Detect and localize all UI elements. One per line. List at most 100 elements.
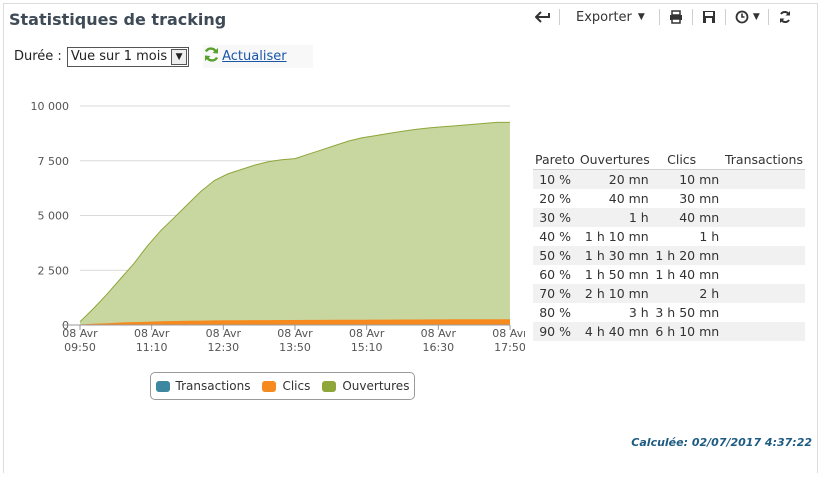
table-row: 80 % 3 h 3 h 50 mn <box>533 303 805 322</box>
x-tick-date: 08 Avr <box>62 327 98 340</box>
x-tick-time: 09:50 <box>64 341 96 354</box>
chart-legend: Transactions Clics Ouvertures <box>150 372 415 400</box>
refresh-link[interactable]: Actualiser <box>222 49 286 64</box>
ouvertures-cell: 3 h <box>628 305 649 320</box>
back-arrow-icon <box>535 9 551 25</box>
pareto-cell: 10 % <box>533 169 578 189</box>
chevron-down-icon: ▼ <box>752 12 760 22</box>
table-row: 60 % 1 h 50 mn 1 h 40 mn <box>533 265 805 284</box>
x-tick-time: 12:30 <box>207 341 239 354</box>
y-tick-label: 5 000 <box>38 210 70 223</box>
export-label: Exporter <box>576 9 632 25</box>
transactions-cell <box>722 227 805 246</box>
x-tick-time: 17:50 <box>494 341 525 354</box>
print-button[interactable] <box>668 7 684 27</box>
legend-item-clics[interactable]: Clics <box>262 379 310 393</box>
transactions-cell <box>722 246 805 265</box>
duration-controls: Durée : Vue sur 1 mois ▼ Actualiser <box>14 45 313 68</box>
table-header-row: Pareto Ouvertures Clics Transactions <box>533 150 805 170</box>
toolbar-separator <box>724 9 726 25</box>
transactions-cell <box>722 303 805 322</box>
table-row: 40 % 1 h 10 mn 1 h <box>533 227 805 246</box>
transactions-cell <box>722 284 805 303</box>
legend-item-ouvertures[interactable]: Ouvertures <box>322 379 409 393</box>
pareto-table: Pareto Ouvertures Clics Transactions 10 … <box>533 150 805 341</box>
column-header: Pareto <box>533 150 578 170</box>
toolbar-separator <box>767 9 769 25</box>
refresh-link-container: Actualiser <box>203 45 313 68</box>
x-tick-date: 08 Avr <box>492 327 525 340</box>
clics-cell: 1 h 40 mn <box>655 267 720 282</box>
history-button[interactable]: ▼ <box>734 7 760 27</box>
ouvertures-cell: 1 h 50 mn <box>584 267 649 282</box>
table-row: 20 % 40 mn 30 mn <box>533 189 805 208</box>
column-header: Transactions <box>722 150 805 170</box>
x-tick-time: 15:10 <box>351 341 383 354</box>
column-header: Ouvertures <box>577 150 652 170</box>
duration-select[interactable]: Vue sur 1 mois ▼ <box>66 46 190 67</box>
clock-icon <box>734 9 750 25</box>
pareto-cell: 20 % <box>539 191 571 206</box>
column-header: Clics <box>651 150 723 170</box>
toolbar-separator <box>691 9 693 25</box>
clics-cell: 6 h 10 mn <box>651 322 723 341</box>
toolbar: Exporter ▼ ▼ <box>535 6 793 28</box>
ouvertures-cell: 20 mn <box>577 169 652 189</box>
toolbar-separator <box>559 9 560 25</box>
duration-select-value: Vue sur 1 mois <box>70 49 168 64</box>
pareto-cell: 60 % <box>539 267 571 282</box>
reload-button[interactable] <box>777 7 793 27</box>
table-row: 50 % 1 h 30 mn 1 h 20 mn <box>533 246 805 265</box>
pareto-cell: 90 % <box>533 322 578 341</box>
legend-item-transactions[interactable]: Transactions <box>155 379 251 393</box>
printer-icon <box>668 9 684 25</box>
chevron-down-icon: ▼ <box>171 48 188 65</box>
transactions-cell <box>722 169 805 189</box>
clics-cell: 30 mn <box>679 191 720 206</box>
transactions-cell <box>722 265 805 284</box>
x-tick-date: 08 Avr <box>349 327 385 340</box>
refresh-icon <box>777 9 793 25</box>
floppy-disk-icon <box>701 9 717 25</box>
x-tick-time: 13:50 <box>279 341 311 354</box>
clics-cell: 2 h <box>651 284 723 303</box>
clics-cell: 1 h 20 mn <box>651 246 723 265</box>
pareto-cell: 50 % <box>533 246 578 265</box>
clics-cell: 10 mn <box>651 169 723 189</box>
toolbar-separator <box>658 9 660 25</box>
legend-swatch <box>262 380 277 392</box>
transactions-cell <box>722 322 805 341</box>
table-row: 10 % 20 mn 10 mn <box>533 169 805 189</box>
x-tick-date: 08 Avr <box>134 327 170 340</box>
legend-swatch <box>322 380 337 392</box>
back-button[interactable] <box>535 7 551 27</box>
pareto-cell: 70 % <box>533 284 578 303</box>
pareto-cell: 80 % <box>539 305 571 320</box>
x-tick-date: 08 Avr <box>277 327 313 340</box>
transactions-cell <box>722 208 805 227</box>
export-button[interactable]: Exporter ▼ <box>568 7 651 27</box>
pareto-cell: 30 % <box>533 208 578 227</box>
x-tick-date: 08 Avr <box>206 327 242 340</box>
x-tick-time: 16:30 <box>422 341 454 354</box>
ouvertures-cell: 4 h 40 mn <box>577 322 652 341</box>
page-title: Statistiques de tracking <box>9 10 227 29</box>
chevron-down-icon: ▼ <box>637 12 645 22</box>
save-button[interactable] <box>701 7 717 27</box>
legend-swatch <box>155 380 170 392</box>
table-row: 70 % 2 h 10 mn 2 h <box>533 284 805 303</box>
green-refresh-icon <box>203 47 220 66</box>
legend-label: Ouvertures <box>342 379 410 393</box>
ouvertures-cell: 1 h 30 mn <box>577 246 652 265</box>
pareto-cell: 40 % <box>539 229 571 244</box>
ouvertures-cell: 1 h <box>577 208 652 227</box>
duration-label: Durée : <box>14 49 62 64</box>
y-tick-label: 7 500 <box>38 155 70 168</box>
table-row: 90 % 4 h 40 mn 6 h 10 mn <box>533 322 805 341</box>
x-tick-date: 08 Avr <box>421 327 457 340</box>
ouvertures-cell: 40 mn <box>608 191 649 206</box>
clics-cell: 40 mn <box>651 208 723 227</box>
table-row: 30 % 1 h 40 mn <box>533 208 805 227</box>
tracking-area-chart: 10 0007 5005 0002 500008 Avr09:5008 Avr1… <box>31 100 526 354</box>
legend-label: Transactions <box>175 379 251 393</box>
